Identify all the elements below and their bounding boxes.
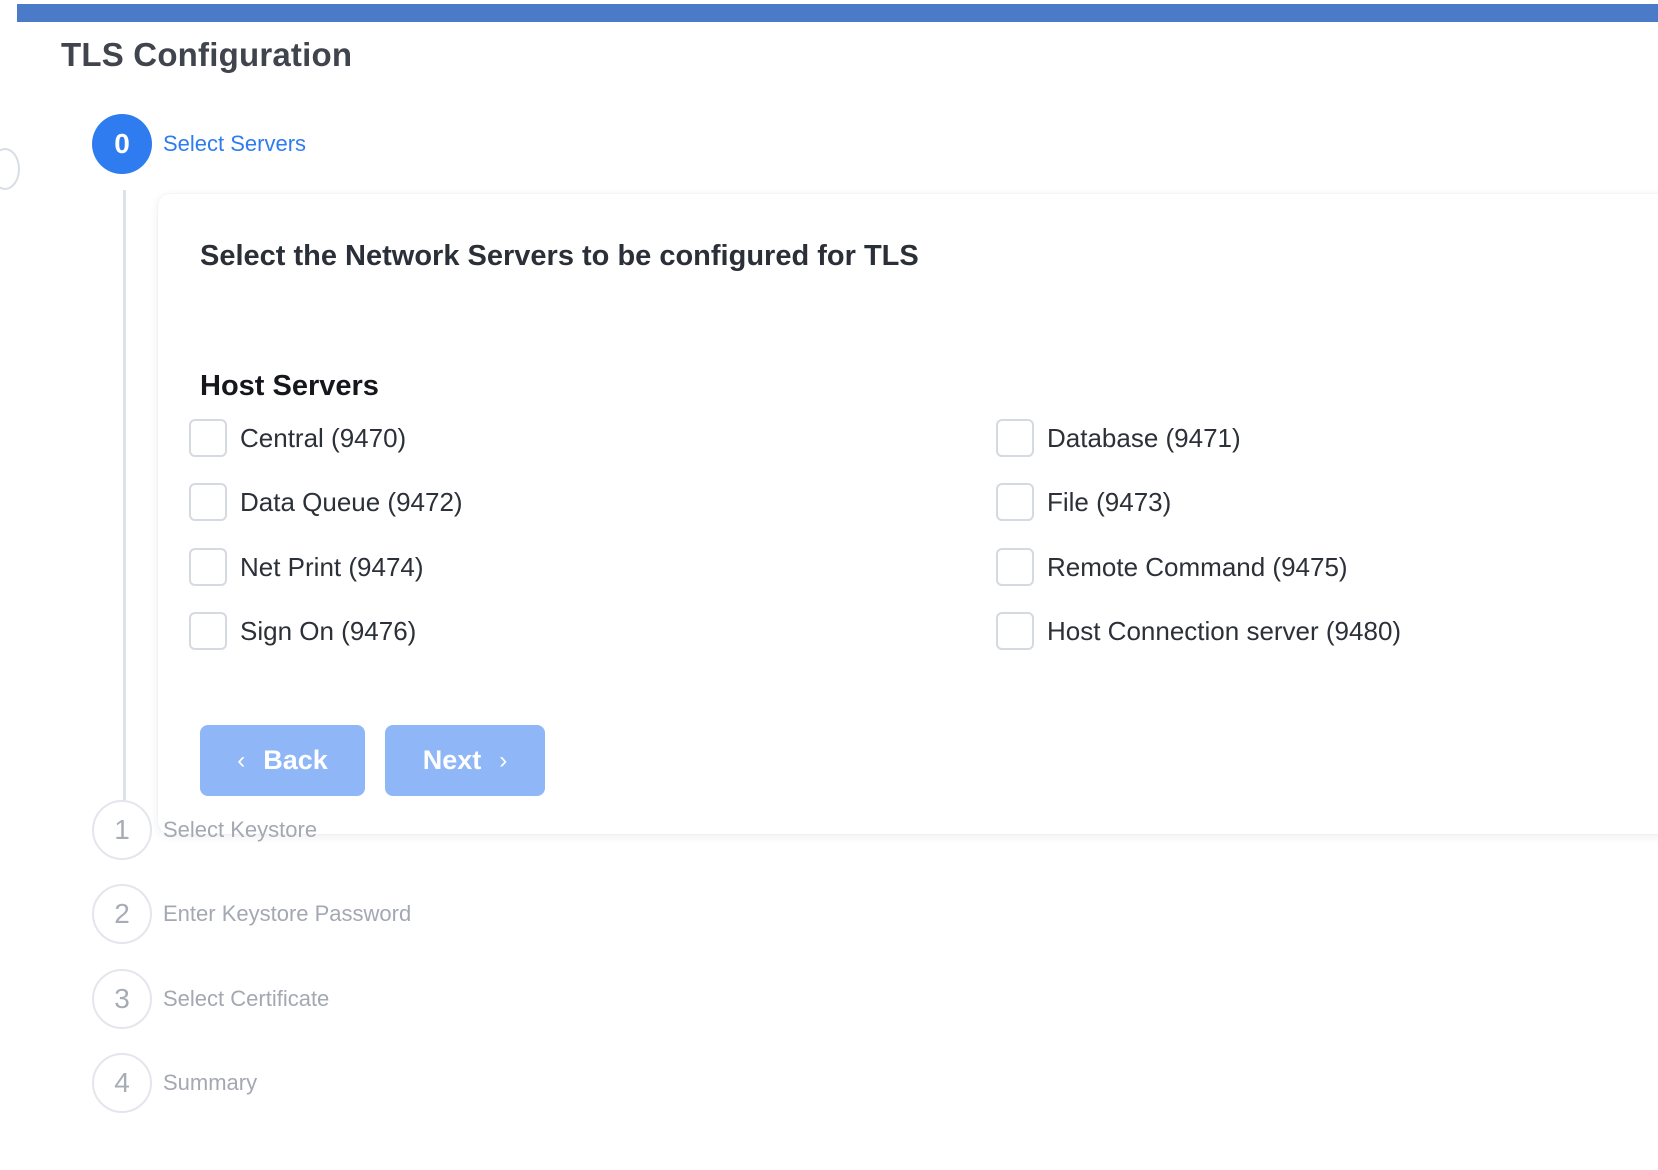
step-2-label[interactable]: Enter Keystore Password (163, 901, 411, 927)
panel-heading: Select the Network Servers to be configu… (200, 240, 919, 272)
checkbox-file[interactable]: File (9473) (996, 481, 1171, 523)
checkbox-label: Database (9471) (1047, 422, 1241, 453)
step-0-label[interactable]: Select Servers (163, 131, 306, 157)
checkbox-data-queue[interactable]: Data Queue (9472) (189, 481, 463, 523)
checkbox-label: Host Connection server (9480) (1047, 615, 1402, 646)
step-3-circle[interactable]: 3 (92, 969, 152, 1029)
checkbox-box[interactable] (996, 612, 1034, 650)
checkbox-remote-command[interactable]: Remote Command (9475) (996, 546, 1348, 588)
checkbox-box[interactable] (996, 419, 1034, 457)
next-button-label: Next (422, 745, 482, 775)
checkbox-label: Data Queue (9472) (240, 486, 463, 517)
chevron-right-icon: › (499, 746, 508, 774)
step-content-panel: Select the Network Servers to be configu… (158, 194, 1658, 834)
checkbox-box[interactable] (996, 548, 1034, 586)
checkbox-box[interactable] (189, 612, 227, 650)
checkbox-label: Central (9470) (240, 422, 407, 453)
top-accent-bar (17, 4, 1658, 22)
checkbox-label: Net Print (9474) (240, 551, 424, 582)
page-title: TLS Configuration (61, 36, 353, 73)
step-3-label[interactable]: Select Certificate (163, 986, 329, 1012)
checkbox-host-connection-server[interactable]: Host Connection server (9480) (996, 610, 1401, 652)
checkbox-sign-on[interactable]: Sign On (9476) (189, 610, 416, 652)
checkbox-box[interactable] (189, 483, 227, 521)
stepper-connector-line (123, 190, 126, 833)
checkbox-box[interactable] (996, 483, 1034, 521)
step-4-label[interactable]: Summary (163, 1070, 257, 1096)
step-1-circle[interactable]: 1 (92, 800, 152, 860)
chevron-left-icon: ‹ (237, 746, 246, 774)
checkbox-label: Remote Command (9475) (1047, 551, 1348, 582)
checkbox-database[interactable]: Database (9471) (996, 417, 1241, 459)
back-button[interactable]: ‹ Back (200, 725, 365, 796)
collapse-handle[interactable] (0, 148, 20, 190)
checkbox-box[interactable] (189, 548, 227, 586)
checkbox-net-print[interactable]: Net Print (9474) (189, 546, 424, 588)
checkbox-label: File (9473) (1047, 486, 1172, 517)
host-servers-heading: Host Servers (200, 370, 379, 402)
back-button-label: Back (263, 745, 328, 775)
step-1-label[interactable]: Select Keystore (163, 817, 317, 843)
step-0-circle[interactable]: 0 (92, 114, 152, 174)
next-button[interactable]: Next › (385, 725, 545, 796)
step-4-circle[interactable]: 4 (92, 1053, 152, 1113)
checkbox-box[interactable] (189, 419, 227, 457)
checkbox-central[interactable]: Central (9470) (189, 417, 406, 459)
step-2-circle[interactable]: 2 (92, 884, 152, 944)
checkbox-label: Sign On (9476) (240, 615, 417, 646)
